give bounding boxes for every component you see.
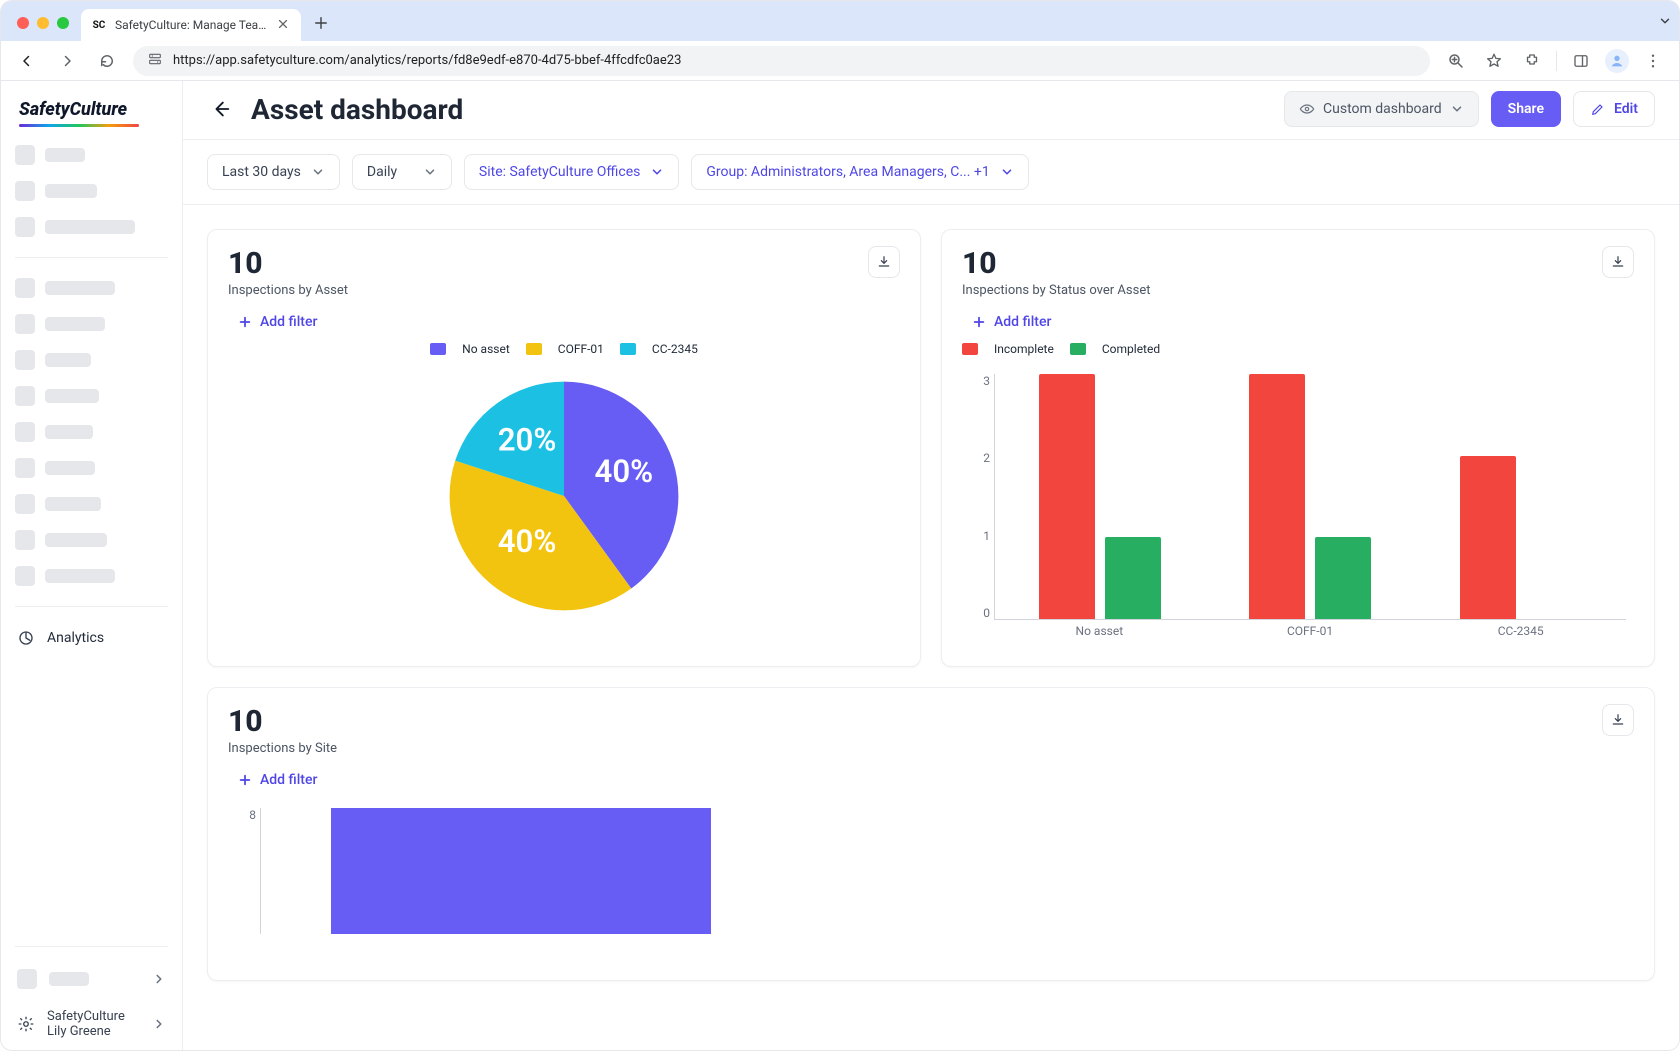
download-button[interactable] — [1602, 704, 1634, 736]
placeholder-icon — [17, 969, 37, 989]
extensions-icon[interactable] — [1518, 47, 1546, 75]
tab-title: SafetyCulture: Manage Teams and... — [115, 18, 269, 32]
chevron-down-icon — [1000, 165, 1014, 179]
nav-forward-button[interactable] — [53, 47, 81, 75]
filter-date-range[interactable]: Last 30 days — [207, 154, 340, 190]
analytics-icon — [17, 629, 35, 647]
gear-icon — [17, 1015, 35, 1033]
url-text: https://app.safetyculture.com/analytics/… — [173, 53, 1416, 68]
page-title: Asset dashboard — [251, 93, 463, 126]
window-controls — [17, 17, 69, 29]
chevron-down-icon — [650, 165, 664, 179]
nav-skeleton-mid — [1, 270, 182, 594]
download-button[interactable] — [868, 246, 900, 278]
browser-tab[interactable]: SC SafetyCulture: Manage Teams and... — [81, 9, 301, 41]
chevron-right-icon — [152, 1017, 166, 1031]
brand-logo: SafetyCulture — [19, 99, 166, 120]
address-bar[interactable]: https://app.safetyculture.com/analytics/… — [133, 46, 1430, 76]
sidebar-item-analytics[interactable]: Analytics — [1, 619, 182, 657]
card-inspections-by-asset: 10 Inspections by Asset Add filter No as… — [207, 229, 921, 667]
share-button[interactable]: Share — [1491, 91, 1561, 127]
add-filter-button[interactable]: Add filter — [208, 756, 1654, 796]
pencil-icon — [1590, 101, 1606, 117]
brand-block: SafetyCulture — [1, 81, 182, 137]
svg-text:40%: 40% — [595, 453, 654, 490]
legend-swatch-icon — [430, 343, 446, 355]
filter-site[interactable]: Site: SafetyCulture Offices — [464, 154, 679, 190]
profile-avatar-icon[interactable] — [1605, 49, 1629, 73]
toolbar-right — [1442, 47, 1667, 75]
bar-legend: Incomplete Completed — [962, 342, 1634, 356]
minimize-window-icon[interactable] — [37, 17, 49, 29]
download-button[interactable] — [1602, 246, 1634, 278]
kpi-value: 10 — [228, 246, 348, 281]
sidebar: SafetyCulture — [1, 81, 183, 1050]
content-scroll[interactable]: 10 Inspections by Asset Add filter No as… — [183, 205, 1679, 1050]
card-inspections-by-status: 10 Inspections by Status over Asset Add … — [941, 229, 1655, 667]
maximize-window-icon[interactable] — [57, 17, 69, 29]
nav-back-button[interactable] — [13, 47, 41, 75]
add-filter-button[interactable]: Add filter — [942, 298, 1654, 338]
pie-legend: No asset COFF-01 CC-2345 — [228, 342, 900, 356]
pie-chart: 40% 40% 20% — [434, 366, 694, 626]
nav-skeleton-top — [1, 137, 182, 245]
new-tab-button[interactable] — [307, 9, 335, 37]
favicon-icon: SC — [91, 17, 107, 33]
edit-button[interactable]: Edit — [1573, 91, 1655, 127]
org-name: SafetyCulture — [47, 1009, 125, 1025]
chevron-right-icon — [152, 972, 166, 986]
plus-icon — [238, 315, 252, 329]
sidebar-item-collapsed[interactable] — [1, 959, 182, 999]
add-filter-button[interactable]: Add filter — [208, 298, 920, 338]
user-name: Lily Greene — [47, 1024, 125, 1040]
placeholder-label — [49, 972, 89, 986]
site-settings-icon[interactable] — [147, 51, 163, 71]
legend-swatch-icon — [526, 343, 542, 355]
sidepanel-icon[interactable] — [1567, 47, 1595, 75]
kebab-menu-icon[interactable] — [1639, 47, 1667, 75]
tabs-dropdown-button[interactable] — [1651, 7, 1679, 35]
plus-icon — [972, 315, 986, 329]
dashboard-type-label: Custom dashboard — [1323, 101, 1442, 117]
app-area: SafetyCulture — [1, 81, 1679, 1050]
sidebar-org-switcher[interactable]: SafetyCulture Lily Greene — [1, 999, 182, 1050]
filters-bar: Last 30 days Daily Site: SafetyCulture O… — [183, 139, 1679, 205]
chevron-down-icon — [423, 165, 437, 179]
svg-text:40%: 40% — [498, 523, 557, 560]
plus-icon — [238, 773, 252, 787]
svg-text:20%: 20% — [498, 421, 557, 458]
separator-icon — [1556, 51, 1557, 71]
card-inspections-by-site: 10 Inspections by Site Add filter 8 — [207, 687, 1655, 981]
eye-icon — [1299, 101, 1315, 117]
close-tab-icon[interactable] — [277, 18, 291, 32]
main-area: Asset dashboard Custom dashboard Share E… — [183, 81, 1679, 1050]
kpi-value: 10 — [228, 704, 337, 739]
chevron-down-icon — [1450, 102, 1464, 116]
filter-granularity[interactable]: Daily — [352, 154, 452, 190]
sidebar-item-label: Analytics — [47, 630, 104, 646]
kpi-subtitle: Inspections by Site — [228, 741, 337, 756]
legend-swatch-icon — [962, 343, 978, 355]
kpi-subtitle: Inspections by Status over Asset — [962, 283, 1150, 298]
bar-chart: 3210 No assetCOFF-01CC-2345 — [962, 366, 1634, 646]
zoom-icon[interactable] — [1442, 47, 1470, 75]
legend-swatch-icon — [620, 343, 636, 355]
page-header: Asset dashboard Custom dashboard Share E… — [183, 81, 1679, 139]
bar-chart-site: 8 — [228, 800, 1634, 960]
address-row: https://app.safetyculture.com/analytics/… — [1, 41, 1679, 81]
kpi-subtitle: Inspections by Asset — [228, 283, 348, 298]
chevron-down-icon — [311, 165, 325, 179]
close-window-icon[interactable] — [17, 17, 29, 29]
legend-swatch-icon — [1070, 343, 1086, 355]
nav-reload-button[interactable] — [93, 47, 121, 75]
filter-group[interactable]: Group: Administrators, Area Managers, C.… — [691, 154, 1028, 190]
brand-accent-icon — [19, 124, 139, 127]
tab-bar: SC SafetyCulture: Manage Teams and... — [1, 1, 1679, 41]
kpi-value: 10 — [962, 246, 1150, 281]
browser-window: SC SafetyCulture: Manage Teams and... — [0, 0, 1680, 1051]
back-button[interactable] — [207, 95, 235, 123]
dashboard-type-dropdown[interactable]: Custom dashboard — [1284, 91, 1479, 127]
bookmark-icon[interactable] — [1480, 47, 1508, 75]
